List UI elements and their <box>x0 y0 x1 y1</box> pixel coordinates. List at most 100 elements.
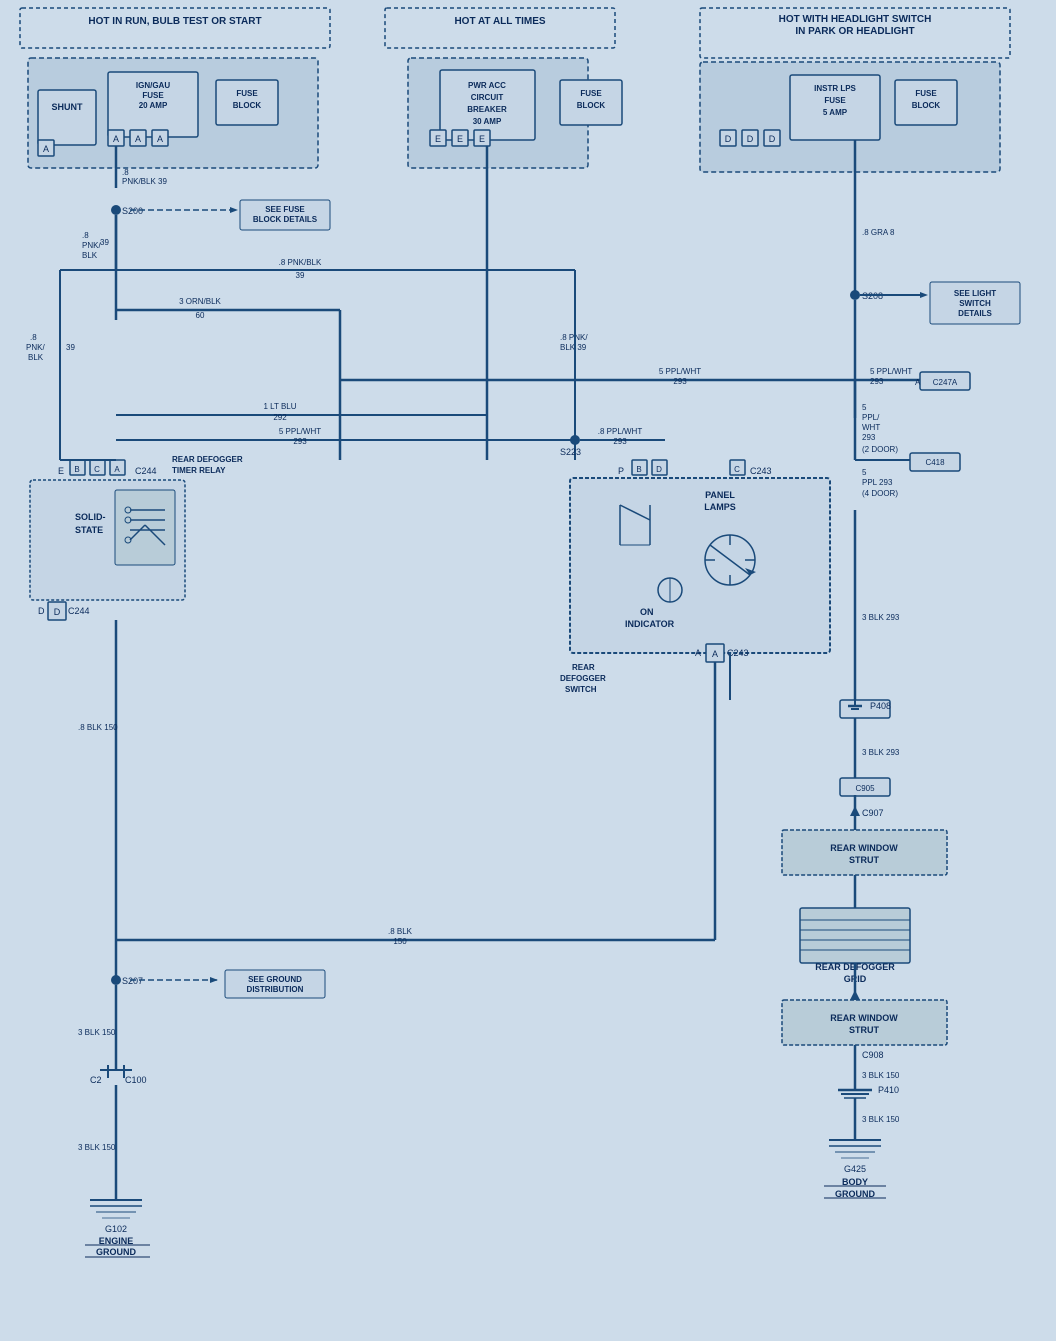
svg-text:INDICATOR: INDICATOR <box>625 619 675 629</box>
svg-text:DETAILS: DETAILS <box>958 309 992 318</box>
svg-text:5 PPL/WHT: 5 PPL/WHT <box>659 367 701 376</box>
svg-text:BREAKER: BREAKER <box>467 105 507 114</box>
svg-text:B: B <box>636 465 641 474</box>
svg-text:BLOCK: BLOCK <box>577 101 606 110</box>
svg-text:BLOCK DETAILS: BLOCK DETAILS <box>253 215 318 224</box>
svg-text:E: E <box>479 134 485 144</box>
svg-text:C100: C100 <box>125 1075 147 1085</box>
svg-text:FUSE: FUSE <box>142 91 164 100</box>
svg-text:ON: ON <box>640 607 654 617</box>
svg-text:G102: G102 <box>105 1224 127 1234</box>
svg-text:(4 DOOR): (4 DOOR) <box>862 489 898 498</box>
svg-text:C908: C908 <box>862 1050 884 1060</box>
svg-text:INSTR LPS: INSTR LPS <box>814 84 856 93</box>
svg-text:DEFOGGER: DEFOGGER <box>560 674 606 683</box>
svg-text:P410: P410 <box>878 1085 899 1095</box>
svg-text:PNK/: PNK/ <box>82 241 101 250</box>
svg-text:BLK 39: BLK 39 <box>560 343 587 352</box>
svg-text:39: 39 <box>66 343 75 352</box>
svg-text:SOLID-: SOLID- <box>75 512 106 522</box>
svg-text:.8 BLK 150: .8 BLK 150 <box>78 723 118 732</box>
svg-text:D: D <box>54 607 61 617</box>
svg-text:.8 PNK/BLK: .8 PNK/BLK <box>279 258 322 267</box>
svg-text:HOT AT ALL TIMES: HOT AT ALL TIMES <box>454 16 545 27</box>
svg-text:3 BLK 150: 3 BLK 150 <box>78 1143 116 1152</box>
svg-text:C905: C905 <box>855 784 875 793</box>
svg-text:FUSE: FUSE <box>236 89 258 98</box>
svg-text:.8: .8 <box>30 333 37 342</box>
svg-text:SEE GROUND: SEE GROUND <box>248 975 302 984</box>
svg-text:S223: S223 <box>560 447 581 457</box>
svg-text:FUSE: FUSE <box>580 89 602 98</box>
svg-text:60: 60 <box>196 311 205 320</box>
svg-text:A: A <box>43 144 49 154</box>
svg-text:PPL/: PPL/ <box>862 413 880 422</box>
svg-text:C247A: C247A <box>933 378 958 387</box>
svg-text:C: C <box>94 465 100 474</box>
svg-text:5 PPL/WHT: 5 PPL/WHT <box>870 367 912 376</box>
svg-text:TIMER RELAY: TIMER RELAY <box>172 466 226 475</box>
svg-text:REAR WINDOW: REAR WINDOW <box>830 1013 898 1023</box>
svg-text:LAMPS: LAMPS <box>704 502 736 512</box>
svg-text:E: E <box>435 134 441 144</box>
svg-text:.8: .8 <box>82 231 89 240</box>
svg-text:3 ORN/BLK: 3 ORN/BLK <box>179 297 221 306</box>
svg-text:A: A <box>157 134 163 144</box>
svg-text:293: 293 <box>293 437 307 446</box>
svg-text:3 BLK 293: 3 BLK 293 <box>862 613 900 622</box>
svg-text:HOT WITH HEADLIGHT SWITCH: HOT WITH HEADLIGHT SWITCH <box>779 14 932 25</box>
svg-text:.8 BLK: .8 BLK <box>388 927 413 936</box>
svg-text:.8 PPL/WHT: .8 PPL/WHT <box>598 427 643 436</box>
wiring-diagram: HOT IN RUN, BULB TEST OR START HOT AT AL… <box>0 0 1056 1341</box>
svg-text:BLOCK: BLOCK <box>233 101 262 110</box>
svg-text:D: D <box>769 134 776 144</box>
svg-text:39: 39 <box>296 271 305 280</box>
svg-text:S200: S200 <box>122 206 143 216</box>
svg-text:A: A <box>712 649 718 659</box>
svg-text:IN PARK OR HEADLIGHT: IN PARK OR HEADLIGHT <box>795 26 914 37</box>
svg-text:3 BLK 150: 3 BLK 150 <box>862 1115 900 1124</box>
svg-text:REAR DEFOGGER: REAR DEFOGGER <box>172 455 243 464</box>
svg-text:A: A <box>695 648 701 658</box>
svg-text:D: D <box>747 134 754 144</box>
svg-text:150: 150 <box>393 937 407 946</box>
svg-text:D: D <box>38 606 45 616</box>
svg-text:20 AMP: 20 AMP <box>139 101 168 110</box>
svg-text:3 BLK 150: 3 BLK 150 <box>862 1071 900 1080</box>
svg-text:1 LT BLU: 1 LT BLU <box>263 402 296 411</box>
svg-text:SWITCH: SWITCH <box>959 299 991 308</box>
svg-text:PNK/BLK 39: PNK/BLK 39 <box>122 177 167 186</box>
svg-text:SEE LIGHT: SEE LIGHT <box>954 289 996 298</box>
svg-text:DISTRIBUTION: DISTRIBUTION <box>247 985 304 994</box>
svg-text:293: 293 <box>862 433 876 442</box>
svg-text:C: C <box>734 465 740 474</box>
svg-text:39: 39 <box>100 238 109 247</box>
svg-text:PWR ACC: PWR ACC <box>468 81 506 90</box>
svg-text:STRUT: STRUT <box>849 1025 879 1035</box>
svg-text:.8: .8 <box>122 168 129 177</box>
svg-text:P408: P408 <box>870 701 891 711</box>
svg-text:A: A <box>113 134 119 144</box>
svg-text:BLOCK: BLOCK <box>912 101 941 110</box>
svg-text:D: D <box>725 134 732 144</box>
svg-text:5 PPL/WHT: 5 PPL/WHT <box>279 427 321 436</box>
svg-text:A: A <box>135 134 141 144</box>
svg-text:293: 293 <box>870 377 884 386</box>
svg-text:PNK/: PNK/ <box>26 343 45 352</box>
svg-text:5: 5 <box>862 403 867 412</box>
svg-text:5 AMP: 5 AMP <box>823 108 848 117</box>
svg-text:B: B <box>74 465 79 474</box>
svg-text:SWITCH: SWITCH <box>565 685 597 694</box>
svg-text:WHT: WHT <box>862 423 880 432</box>
svg-text:G425: G425 <box>844 1164 866 1174</box>
svg-text:A: A <box>915 378 921 387</box>
svg-text:D: D <box>656 465 662 474</box>
svg-text:STRUT: STRUT <box>849 855 879 865</box>
svg-text:C243: C243 <box>750 466 772 476</box>
svg-text:GROUND: GROUND <box>96 1247 136 1257</box>
svg-text:STATE: STATE <box>75 525 103 535</box>
svg-text:PPL 293: PPL 293 <box>862 478 893 487</box>
svg-text:5: 5 <box>862 468 867 477</box>
svg-text:C907: C907 <box>862 808 884 818</box>
svg-text:HOT IN RUN, BULB TEST OR START: HOT IN RUN, BULB TEST OR START <box>88 16 261 27</box>
